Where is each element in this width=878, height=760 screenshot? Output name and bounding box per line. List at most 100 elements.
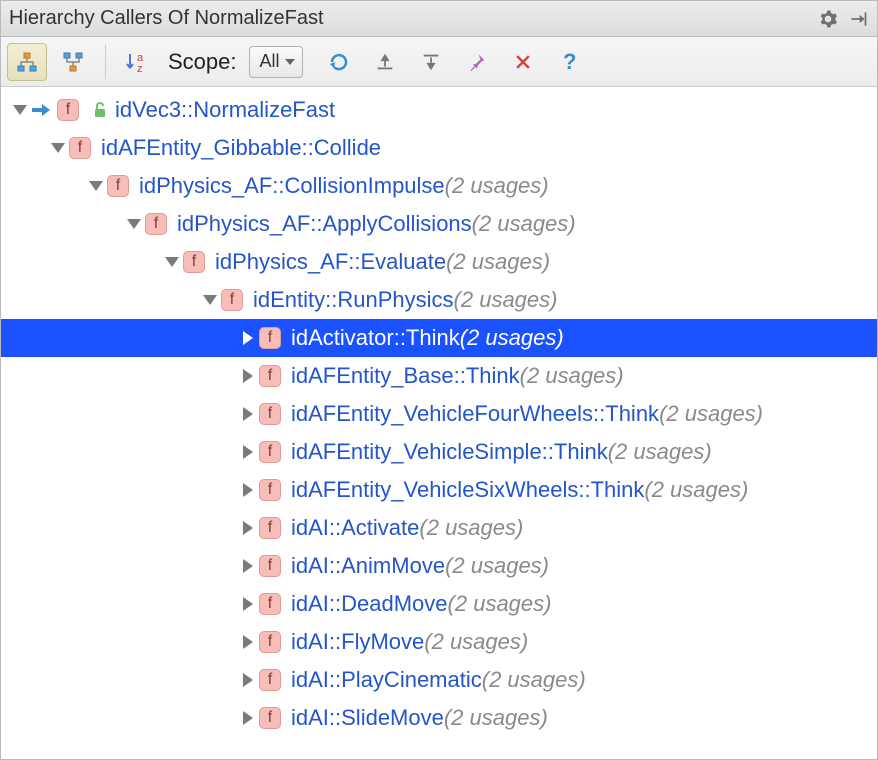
call-tree[interactable]: fidVec3::NormalizeFastfidAFEntity_Gibbab… (1, 87, 877, 759)
function-badge-icon: f (221, 289, 243, 311)
tree-node[interactable]: f idAI::DeadMove(2 usages) (1, 585, 877, 623)
function-badge-icon: f (57, 99, 79, 121)
disclosure-triangle[interactable] (161, 243, 183, 281)
node-label[interactable]: idAI::Activate (291, 515, 419, 541)
tree-node[interactable]: f idEntity::RunPhysics(2 usages) (1, 281, 877, 319)
disclosure-triangle[interactable] (237, 585, 259, 623)
usages-count: (2 usages) (482, 667, 586, 693)
disclosure-triangle[interactable] (9, 91, 31, 129)
disclosure-triangle[interactable] (237, 509, 259, 547)
disclosure-triangle[interactable] (237, 471, 259, 509)
disclosure-triangle[interactable] (47, 129, 69, 167)
autoscroll-from-source-button[interactable] (411, 43, 451, 81)
tree-node[interactable]: f idActivator::Think(2 usages) (1, 319, 877, 357)
disclosure-triangle[interactable] (237, 623, 259, 661)
usages-count: (2 usages) (444, 705, 548, 731)
disclosure-triangle[interactable] (237, 395, 259, 433)
usages-count: (2 usages) (419, 515, 523, 541)
node-label[interactable]: idPhysics_AF::ApplyCollisions (177, 211, 472, 237)
scope-value: All (260, 51, 280, 72)
function-badge-icon: f (107, 175, 129, 197)
tree-node[interactable]: f idPhysics_AF::ApplyCollisions(2 usages) (1, 205, 877, 243)
node-label[interactable]: idAI::DeadMove (291, 591, 448, 617)
target-arrow-icon (31, 100, 53, 120)
function-badge-icon: f (259, 517, 281, 539)
node-label[interactable]: idActivator::Think (291, 325, 460, 351)
tree-node[interactable]: fidAFEntity_VehicleFourWheels::Think(2 u… (1, 395, 877, 433)
node-label[interactable]: idAFEntity_VehicleSixWheels::Think (291, 477, 644, 503)
disclosure-triangle[interactable] (237, 699, 259, 737)
tree-node[interactable]: f idAFEntity_VehicleSixWheels::Think(2 us… (1, 471, 877, 509)
usages-count: (2 usages) (472, 211, 576, 237)
disclosure-triangle[interactable] (237, 433, 259, 471)
node-label[interactable]: idAI::FlyMove (291, 629, 424, 655)
tree-node[interactable]: f idAI::Activate(2 usages) (1, 509, 877, 547)
function-badge-icon: f (259, 479, 281, 501)
close-button[interactable] (503, 43, 543, 81)
node-label[interactable]: idPhysics_AF::Evaluate (215, 249, 446, 275)
disclosure-triangle[interactable] (237, 661, 259, 699)
autoscroll-to-source-button[interactable] (365, 43, 405, 81)
node-label[interactable]: idPhysics_AF::CollisionImpulse (139, 173, 445, 199)
tree-node[interactable]: f idAI::PlayCinematic(2 usages) (1, 661, 877, 699)
tree-node[interactable]: fidAFEntity_VehicleSimple::Think(2 usage… (1, 433, 877, 471)
disclosure-triangle[interactable] (237, 319, 259, 357)
tree-node[interactable]: fidPhysics_AF::Evaluate(2 usages) (1, 243, 877, 281)
function-badge-icon: f (259, 707, 281, 729)
pin-tab-button[interactable] (457, 43, 497, 81)
disclosure-triangle[interactable] (237, 357, 259, 395)
sort-alpha-button[interactable]: a z (118, 43, 158, 81)
node-label[interactable]: idVec3::NormalizeFast (115, 97, 335, 123)
node-label[interactable]: idAFEntity_VehicleFourWheels::Think (291, 401, 659, 427)
usages-count: (2 usages) (445, 173, 549, 199)
node-label[interactable]: idAFEntity_VehicleSimple::Think (291, 439, 608, 465)
scope-dropdown[interactable]: All (249, 46, 303, 78)
function-badge-icon: f (145, 213, 167, 235)
usages-count: (2 usages) (644, 477, 748, 503)
usages-count: (2 usages) (460, 325, 564, 351)
function-badge-icon: f (259, 403, 281, 425)
function-badge-icon: f (183, 251, 205, 273)
node-label[interactable]: idAI::PlayCinematic (291, 667, 482, 693)
toolbar: a z Scope: All ? (1, 37, 877, 87)
tree-node[interactable]: f idVec3::NormalizeFast (1, 91, 877, 129)
hide-panel-icon[interactable] (847, 8, 869, 30)
lock-open-icon (89, 100, 111, 120)
hierarchy-panel: Hierarchy Callers Of NormalizeFast (0, 0, 878, 760)
usages-count: (2 usages) (520, 363, 624, 389)
disclosure-triangle[interactable] (123, 205, 145, 243)
tree-node[interactable]: fidAI::AnimMove(2 usages) (1, 547, 877, 585)
function-badge-icon: f (259, 593, 281, 615)
panel-titlebar: Hierarchy Callers Of NormalizeFast (1, 1, 877, 37)
gear-icon[interactable] (817, 8, 839, 30)
scope-label: Scope: (168, 49, 237, 75)
usages-count: (2 usages) (454, 287, 558, 313)
disclosure-triangle[interactable] (237, 547, 259, 585)
svg-text:?: ? (563, 50, 576, 74)
function-badge-icon: f (259, 327, 281, 349)
tree-node[interactable]: f idPhysics_AF::CollisionImpulse(2 usages… (1, 167, 877, 205)
node-label[interactable]: idAFEntity_Base::Think (291, 363, 520, 389)
usages-count: (2 usages) (424, 629, 528, 655)
disclosure-triangle[interactable] (85, 167, 107, 205)
disclosure-triangle[interactable] (199, 281, 221, 319)
function-badge-icon: f (259, 555, 281, 577)
function-badge-icon: f (259, 365, 281, 387)
callee-hierarchy-button[interactable] (53, 43, 93, 81)
refresh-button[interactable] (319, 43, 359, 81)
function-badge-icon: f (259, 669, 281, 691)
caller-hierarchy-button[interactable] (7, 43, 47, 81)
tree-node[interactable]: f idAFEntity_Gibbable::Collide (1, 129, 877, 167)
usages-count: (2 usages) (448, 591, 552, 617)
node-label[interactable]: idAFEntity_Gibbable::Collide (101, 135, 381, 161)
function-badge-icon: f (259, 631, 281, 653)
tree-node[interactable]: f idAI::FlyMove(2 usages) (1, 623, 877, 661)
node-label[interactable]: idEntity::RunPhysics (253, 287, 454, 313)
function-badge-icon: f (69, 137, 91, 159)
tree-node[interactable]: f idAFEntity_Base::Think(2 usages) (1, 357, 877, 395)
help-button[interactable]: ? (549, 43, 589, 81)
svg-text:z: z (137, 63, 143, 74)
node-label[interactable]: idAI::SlideMove (291, 705, 444, 731)
tree-node[interactable]: f idAI::SlideMove(2 usages) (1, 699, 877, 737)
node-label[interactable]: idAI::AnimMove (291, 553, 445, 579)
